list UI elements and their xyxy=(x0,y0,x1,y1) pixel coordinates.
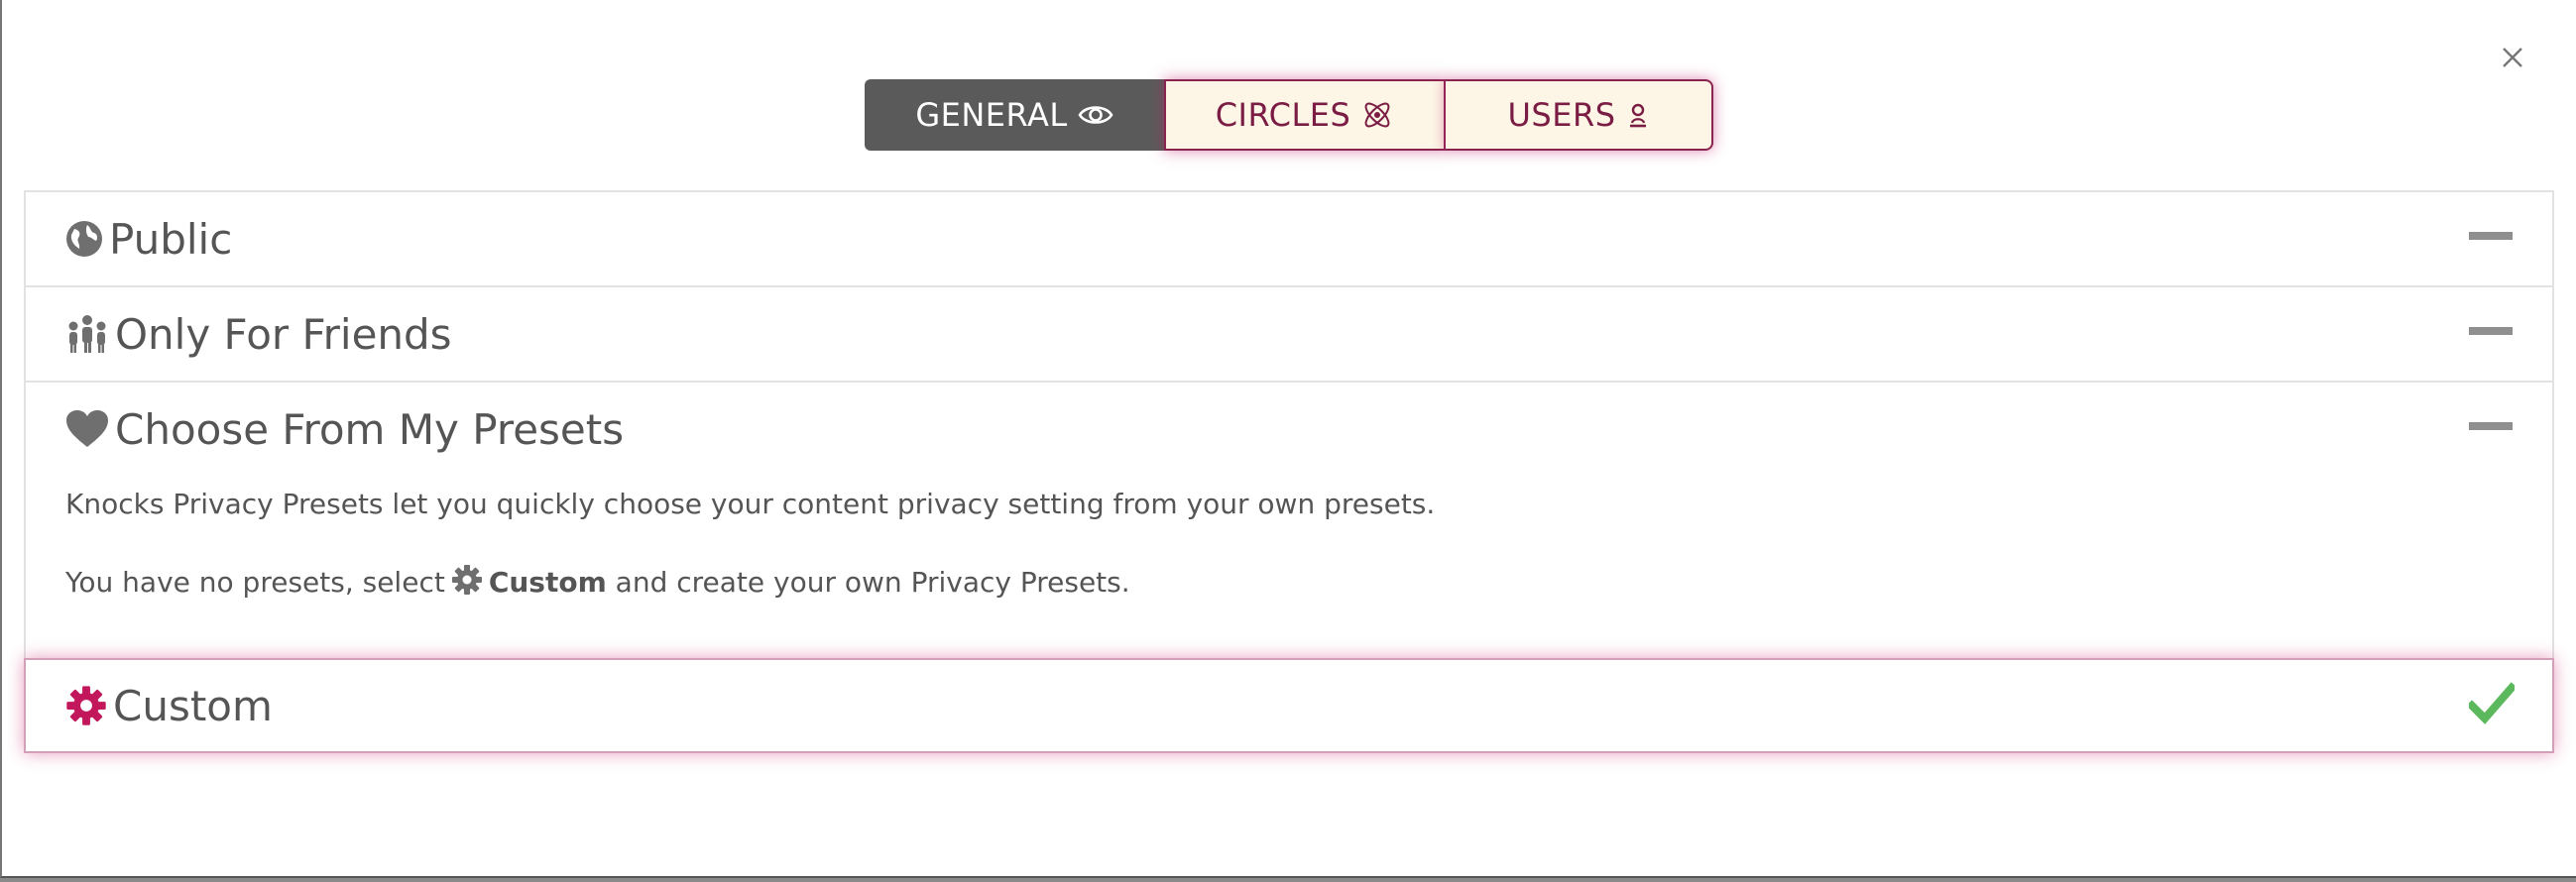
collapse-minus-icon[interactable] xyxy=(2469,327,2513,335)
option-presets-title: Choose From My Presets xyxy=(115,404,625,454)
option-public[interactable]: Public xyxy=(24,190,2554,285)
heart-icon xyxy=(65,409,109,449)
tab-users-label: USERS xyxy=(1507,96,1616,134)
gear-icon xyxy=(451,564,483,603)
presets-empty-text: You have no presets, select Custom and cr… xyxy=(65,564,2513,603)
tab-general-label: GENERAL xyxy=(915,96,1068,134)
tab-users[interactable]: USERS xyxy=(1446,79,1713,151)
close-button[interactable] xyxy=(2493,38,2532,77)
option-friends-header[interactable]: Only For Friends xyxy=(26,287,2552,381)
option-friends-title: Only For Friends xyxy=(115,309,452,359)
option-presets[interactable]: Choose From My Presets Knocks Privacy Pr… xyxy=(24,381,2554,658)
privacy-modal: GENERAL CIRCLES USERS Public Only For Fr… xyxy=(0,0,2576,878)
privacy-options: Public Only For Friends Choose From My P… xyxy=(24,190,2554,753)
tab-general[interactable]: GENERAL xyxy=(865,79,1164,151)
custom-link[interactable]: Custom xyxy=(489,566,607,599)
user-icon xyxy=(1626,101,1650,129)
eye-icon xyxy=(1078,101,1113,129)
option-custom[interactable]: Custom xyxy=(24,658,2554,753)
option-presets-header[interactable]: Choose From My Presets xyxy=(26,383,2552,476)
check-icon xyxy=(2466,682,2517,729)
option-friends[interactable]: Only For Friends xyxy=(24,285,2554,381)
globe-icon xyxy=(65,220,103,258)
privacy-tabs: GENERAL CIRCLES USERS xyxy=(865,79,1713,151)
tab-circles-label: CIRCLES xyxy=(1215,96,1351,134)
presets-info-text: Knocks Privacy Presets let you quickly c… xyxy=(65,488,1436,520)
option-custom-header[interactable]: Custom xyxy=(26,660,2552,751)
option-public-title: Public xyxy=(109,214,233,264)
option-public-header[interactable]: Public xyxy=(26,192,2552,285)
collapse-minus-icon[interactable] xyxy=(2469,232,2513,240)
presets-empty-prefix: You have no presets, select xyxy=(65,566,445,599)
collapse-minus-icon[interactable] xyxy=(2469,422,2513,430)
atom-icon xyxy=(1360,98,1394,132)
option-custom-title: Custom xyxy=(113,681,273,730)
presets-empty-suffix: and create your own Privacy Presets. xyxy=(615,566,1130,599)
presets-description: Knocks Privacy Presets let you quickly c… xyxy=(26,476,2552,658)
gear-icon xyxy=(65,685,107,726)
tab-circles[interactable]: CIRCLES xyxy=(1164,79,1446,151)
group-icon xyxy=(65,314,109,354)
close-icon xyxy=(2503,48,2522,67)
